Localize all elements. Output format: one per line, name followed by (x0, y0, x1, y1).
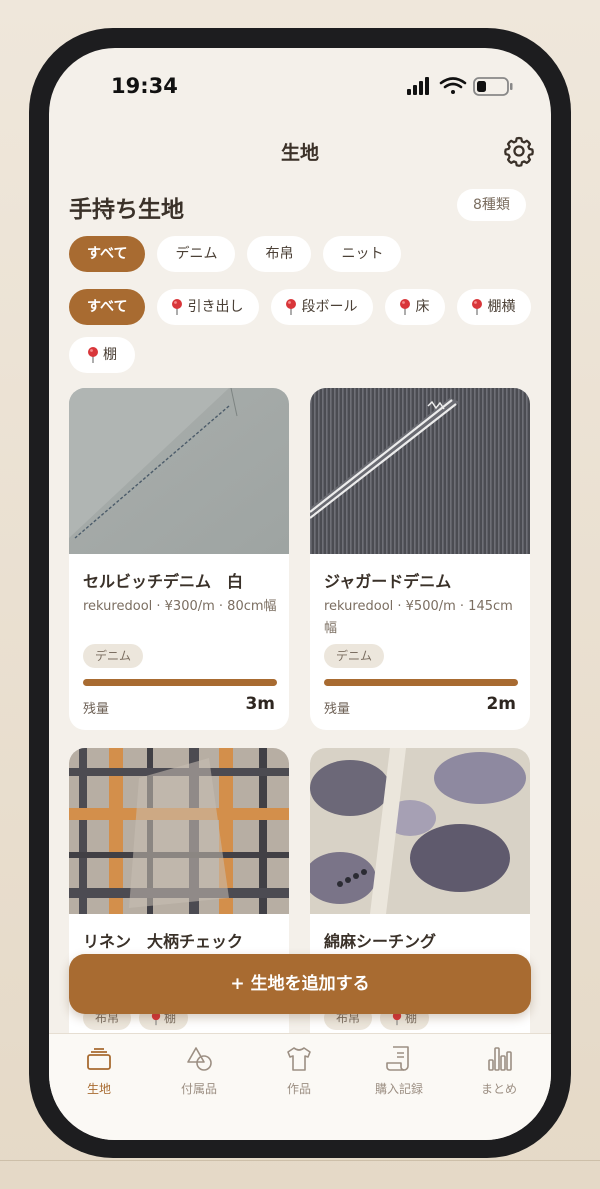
tab-accessories[interactable]: 付属品 (149, 1044, 249, 1097)
pin-icon (172, 299, 183, 315)
pin-icon (472, 299, 483, 315)
filter-location-floor[interactable]: 床 (385, 289, 446, 325)
filter-location-shelf-side[interactable]: 棚横 (457, 289, 532, 325)
fabric-meta: rekuredool · ¥500/m · 145cm幅 (324, 599, 513, 636)
tab-bar: 生地 付属品 作品 購入記録 まとめ (49, 1033, 551, 1140)
category-filter-row: すべて デニム 布帛 ニット (69, 236, 539, 272)
chip-label: 棚横 (487, 299, 516, 315)
filter-location-shelf[interactable]: 棚 (69, 337, 135, 373)
fabric-photo (69, 388, 289, 554)
fabric-name: セルビッチデニム 白 (83, 572, 244, 591)
count-badge: 8種類 (457, 189, 526, 221)
battery-icon (473, 77, 513, 96)
chip-label: 棚 (103, 347, 117, 363)
filter-category-woven[interactable]: 布帛 (247, 236, 312, 272)
filter-location-drawer[interactable]: 引き出し (157, 289, 260, 325)
category-tag: デニム (324, 644, 385, 668)
filter-location-all[interactable]: すべて (69, 289, 146, 325)
tab-label: 購入記録 (374, 1082, 423, 1096)
pin-icon (400, 299, 411, 315)
tab-fabric[interactable]: 生地 (49, 1044, 149, 1097)
pin-icon (88, 347, 98, 363)
shapes-icon (187, 1047, 212, 1071)
tab-label: 付属品 (180, 1082, 217, 1096)
fabric-meta: rekuredool · ¥300/m · 80cm幅 (83, 599, 277, 614)
fabric-card[interactable]: セルビッチデニム 白 rekuredool · ¥300/m · 80cm幅 デ… (69, 388, 289, 730)
tab-works[interactable]: 作品 (249, 1044, 349, 1097)
location-filter-row: すべて 引き出し 段ボール 床 棚横 棚 (69, 289, 539, 373)
fabric-photo (310, 748, 530, 914)
tab-label: まとめ (480, 1082, 517, 1096)
fabric-photo (310, 388, 530, 554)
bar-chart-icon (488, 1047, 512, 1071)
tab-summary[interactable]: まとめ (449, 1044, 549, 1097)
remaining-value: 3m (245, 694, 275, 714)
remaining-label: 残量 (83, 702, 110, 717)
tab-purchase-history[interactable]: 購入記録 (349, 1044, 449, 1097)
remaining-value: 2m (486, 694, 516, 714)
chip-label: 引き出し (187, 299, 244, 315)
fabric-photo (69, 748, 289, 914)
section-title: 手持ち生地 (69, 197, 184, 223)
desk-edge (0, 1160, 600, 1161)
filter-category-all[interactable]: すべて (69, 236, 146, 272)
filter-category-denim[interactable]: デニム (157, 236, 236, 272)
receipt-icon (386, 1046, 409, 1071)
status-time: 19:34 (111, 74, 178, 98)
fabric-name: ジャガードデニム (324, 572, 452, 591)
add-fabric-button[interactable]: + 生地を追加する (69, 954, 531, 1014)
status-icons (407, 77, 513, 96)
tab-label: 生地 (86, 1082, 111, 1096)
tab-label: 作品 (286, 1082, 311, 1096)
filter-location-cardboard-box[interactable]: 段ボール (271, 289, 374, 325)
page-title: 生地 (280, 142, 319, 164)
wifi-icon (439, 77, 467, 94)
fabric-name: リネン 大柄チェック (83, 932, 244, 951)
tshirt-icon (287, 1047, 311, 1071)
chip-label: すべて (87, 299, 128, 315)
category-tag: デニム (83, 644, 144, 668)
gear-icon[interactable] (502, 134, 536, 168)
cellular-signal-icon (407, 77, 429, 95)
fabric-stack-icon (87, 1048, 111, 1070)
filter-category-knit[interactable]: ニット (323, 236, 402, 272)
app-screen: 19:34 生地 手持ち生地 8種類 すべて デニム 布帛 ニット すべて 引き… (49, 48, 551, 1140)
pin-icon (286, 299, 297, 315)
remaining-bar (83, 679, 277, 686)
remaining-bar (324, 679, 518, 686)
fabric-name: 綿麻シーチング (324, 932, 437, 951)
chip-label: 床 (415, 299, 430, 315)
fabric-card[interactable]: ジャガードデニム rekuredool · ¥500/m · 145cm幅 デニ… (310, 388, 530, 730)
remaining-label: 残量 (324, 702, 351, 717)
chip-label: 段ボール (301, 299, 358, 315)
